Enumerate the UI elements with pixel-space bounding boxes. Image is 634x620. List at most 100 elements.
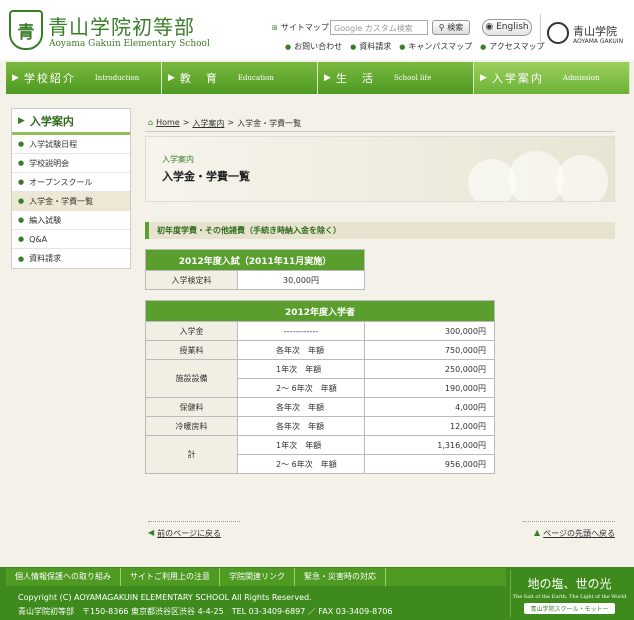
exam-fee-table: 2012年度入試（2011年11月実施） 入学検定料 30,000円 — [145, 249, 365, 290]
sidebar-item-transfer-exam[interactable]: ● 編入試験 — [12, 211, 130, 230]
fee-label: 計 — [145, 435, 238, 474]
breadcrumb: ⌂ Home > 入学案内 > 入学金・学費一覧 — [148, 118, 301, 129]
school-motto: 地の塩、世の光 The Salt of the Earth, The Light… — [510, 570, 628, 617]
sidebar-item-brochure[interactable]: ● 資料請求 — [12, 249, 130, 268]
nav-introduction[interactable]: ▶ 学校紹介 Introduction — [6, 62, 162, 94]
bullet-icon: ● — [350, 42, 357, 51]
nav-school-life[interactable]: ▶ 生 活 School life — [318, 62, 474, 94]
fee-period: 各年次 年額 — [237, 397, 365, 417]
motto-text: 地の塩、世の光 — [527, 577, 612, 591]
site-footer: 個人情報保護への取り組み サイトご利用上の注意 学院関連リンク 緊急・災害時の対… — [0, 567, 634, 620]
campus-map-link[interactable]: ● キャンパスマップ — [399, 41, 472, 52]
sidebar-item-exam-schedule[interactable]: ● 入学試験日程 — [12, 135, 130, 154]
access-map-link[interactable]: ● アクセスマップ — [480, 41, 544, 52]
footer-links: 個人情報保護への取り組み サイトご利用上の注意 学院関連リンク 緊急・災害時の対… — [6, 568, 506, 586]
footer-link-terms[interactable]: サイトご利用上の注意 — [121, 568, 220, 586]
arrow-right-icon: ▶ — [168, 73, 175, 83]
sidebar: ▶ 入学案内 ● 入学試験日程 ● 学校説明会 ● オープンスクール ● 入学金・学費一… — [11, 108, 131, 269]
search-button[interactable]: ⚲ 検索 — [432, 20, 470, 35]
arrow-right-icon: ▶ — [480, 73, 487, 83]
brochure-link[interactable]: ● 資料請求 — [350, 41, 391, 52]
page-category: 入学案内 — [162, 155, 194, 164]
page-top-link[interactable]: ▲ ページの先頭へ戻る — [534, 528, 615, 539]
fee-label: 施設設備 — [145, 359, 238, 398]
nav-label: 教 育 — [179, 72, 219, 85]
nav-admission[interactable]: ▶ 入学案内 Admission — [474, 62, 630, 94]
sidebar-item-label: オープンスクール — [29, 177, 93, 187]
fee-amount: 300,000円 — [364, 321, 495, 341]
sitemap-label: サイトマップ — [280, 23, 329, 32]
search-input[interactable]: Google カスタム検索 — [330, 20, 428, 35]
contact-link[interactable]: ● お問い合わせ — [285, 41, 342, 52]
motto-button[interactable]: 青山学院スクール・モットー — [524, 603, 615, 614]
sidebar-item-label: 入学金・学費一覧 — [29, 196, 94, 206]
arrow-right-icon: ▶ — [12, 73, 19, 83]
fee-amount: 1,316,000円 — [364, 435, 495, 455]
fee-period: 各年次 年額 — [237, 340, 365, 360]
divider — [523, 521, 615, 522]
globe-icon: ◉ — [485, 22, 494, 32]
arrow-right-icon: ▶ — [324, 73, 331, 83]
access-map-label: アクセスマップ — [489, 42, 545, 51]
breadcrumb-home[interactable]: Home — [156, 118, 180, 129]
school-name[interactable]: 青山学院初等部 — [48, 11, 195, 40]
bullet-icon: ● — [18, 235, 25, 243]
bullet-icon: ● — [18, 254, 25, 263]
sidebar-item-label: 編入試験 — [29, 215, 62, 225]
table-row: 施設設備 1年次 年額 250,000円 — [145, 359, 495, 398]
fee-amount: 190,000円 — [364, 378, 495, 398]
fee-label: 保健料 — [145, 397, 238, 417]
fee-period: 2～ 6年次 年額 — [237, 454, 365, 474]
motto-text-en: The Salt of the Earth, The Light of the … — [512, 594, 627, 600]
fee-amount: 250,000円 — [364, 359, 495, 379]
nav-label-en: Admission — [562, 74, 600, 82]
sidebar-title[interactable]: ▶ 入学案内 — [12, 109, 130, 135]
footer-link-related[interactable]: 学院関連リンク — [220, 568, 295, 586]
table-row: 入学金 ------------ 300,000円 — [145, 321, 495, 341]
sidebar-item-label: Q&A — [29, 234, 48, 244]
sidebar-item-open-school[interactable]: ● オープンスクール — [12, 173, 130, 192]
copyright: Copyright (C) AOYAMAGAKUIN ELEMENTARY SC… — [18, 593, 312, 602]
breadcrumb-current: 入学金・学費一覧 — [237, 119, 302, 128]
sidebar-item-fees[interactable]: ● 入学金・学費一覧 — [12, 192, 130, 211]
bullet-icon: ● — [285, 42, 292, 51]
fee-period: 各年次 年額 — [237, 416, 365, 436]
breadcrumb-admission[interactable]: 入学案内 — [192, 118, 224, 129]
bullet-icon: ● — [18, 140, 25, 148]
fee-amount: 4,000円 — [364, 397, 495, 417]
nav-label-en: School life — [393, 74, 432, 82]
site-header: 青 青山学院初等部 Aoyama Gakuin Elementary Schoo… — [0, 0, 634, 60]
fee-period: 1年次 年額 — [237, 359, 365, 379]
aoyama-gakuin-logo-icon[interactable] — [547, 22, 569, 44]
org-name[interactable]: 青山学院 — [573, 23, 617, 39]
nav-education[interactable]: ▶ 教 育 Education — [162, 62, 318, 94]
section-heading: 初年度学費・その他諸費（手続き時納入金を除く） — [145, 222, 615, 239]
tuition-table: 2012年度入学者 入学金 ------------ 300,000円 授業料 … — [145, 300, 495, 474]
sidebar-item-info-session[interactable]: ● 学校説明会 — [12, 154, 130, 173]
header-divider — [540, 14, 541, 48]
table-row: 授業料 各年次 年額 750,000円 — [145, 340, 495, 360]
school-crest-icon[interactable]: 青 — [9, 10, 43, 50]
fee-period: ------------ — [237, 321, 365, 341]
footer-link-privacy[interactable]: 個人情報保護への取り組み — [6, 568, 121, 586]
nav-label: 学校紹介 — [23, 72, 76, 85]
circle-arrow-left-icon: ◀ — [148, 528, 155, 537]
table-row: 保健料 各年次 年額 4,000円 — [145, 397, 495, 417]
search-button-label: 検索 — [447, 23, 464, 32]
fee-label: 冷暖房料 — [145, 416, 238, 436]
fee-amount: 956,000円 — [364, 454, 495, 474]
sidebar-title-label: 入学案内 — [29, 114, 74, 128]
english-button[interactable]: ◉ English — [482, 19, 532, 36]
breadcrumb-separator: > — [182, 118, 190, 127]
sidebar-item-faq[interactable]: ● Q&A — [12, 230, 130, 249]
table-row: 冷暖房料 各年次 年額 12,000円 — [145, 416, 495, 436]
home-icon: ⌂ — [148, 118, 154, 127]
bullet-icon: ● — [399, 42, 406, 51]
fee-period: 1年次 年額 — [237, 435, 365, 455]
sitemap-link[interactable]: ⊞ サイトマップ — [272, 22, 329, 33]
back-link[interactable]: ◀ 前のページに戻る — [148, 528, 221, 539]
footer-link-emergency[interactable]: 緊急・災害時の対応 — [295, 568, 386, 586]
nav-label-en: Education — [237, 74, 274, 82]
bullet-icon: ● — [18, 178, 25, 186]
back-link-label: 前のページに戻る — [157, 529, 221, 538]
